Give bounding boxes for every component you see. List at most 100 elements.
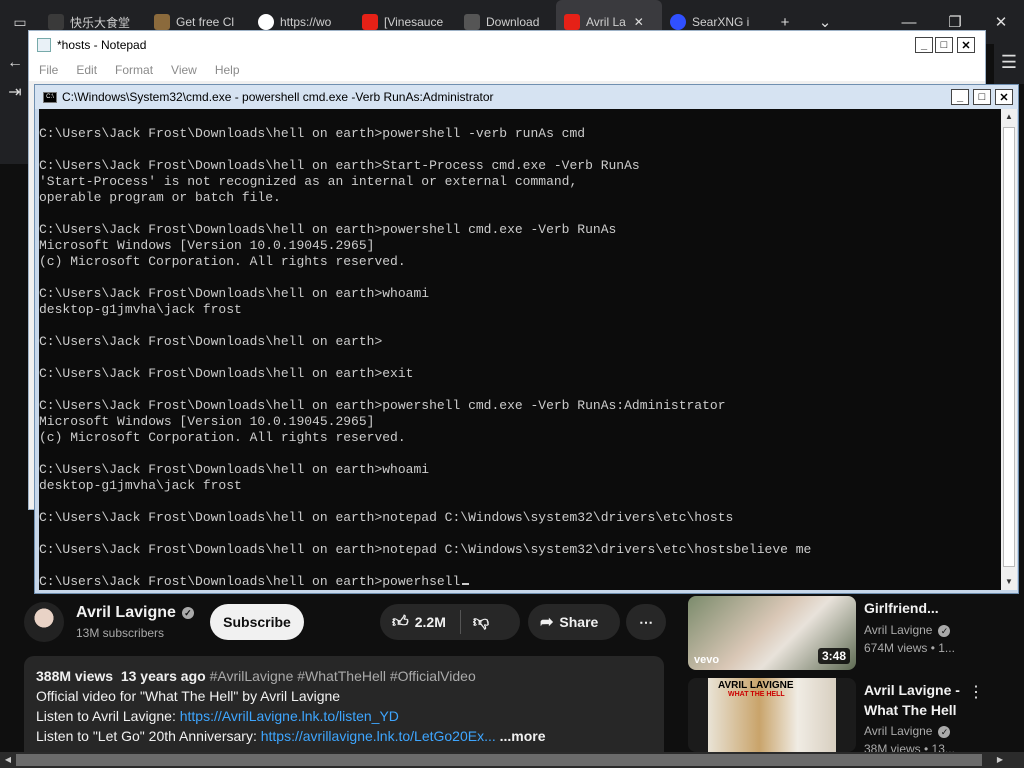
verified-icon: ✓	[181, 606, 194, 619]
youtube-page: Avril Lavigne ✓ 13M subscribers Subscribe…	[0, 596, 1024, 768]
thumbs-down-icon[interactable]: 👎︎	[473, 613, 489, 632]
console-line: C:\Users\Jack Frost\Downloads\hell on ea…	[39, 398, 726, 413]
rec-channel[interactable]: Avril Lavigne ✓	[864, 724, 951, 738]
menu-view[interactable]: View	[171, 63, 197, 77]
console-line: (c) Microsoft Corporation. All rights re…	[39, 430, 406, 445]
cmd-scrollbar[interactable]: ▲ ▼	[1001, 109, 1017, 590]
console-line: desktop-g1jmvha\jack frost	[39, 302, 242, 317]
desktop: ▭ 快乐大食堂 Get free Cl https://wo [Vinesauc…	[0, 0, 1024, 768]
subscribe-button[interactable]: Subscribe	[210, 604, 304, 640]
download-icon	[464, 14, 480, 30]
rec-channel[interactable]: Avril Lavigne ✓	[864, 623, 951, 637]
rec-thumbnail[interactable]: AVRIL LAVIGNE WHAT THE HELL	[688, 678, 856, 752]
view-meta: 388M views 13 years ago #AvrilLavigne #W…	[36, 668, 476, 684]
subscriber-count: 13M subscribers	[76, 626, 165, 640]
console-line: C:\Users\Jack Frost\Downloads\hell on ea…	[39, 222, 617, 237]
console-line: 'Start-Process' is not recognized as an …	[39, 174, 578, 189]
console-line: operable program or batch file.	[39, 190, 281, 205]
notepad-icon	[37, 38, 51, 52]
page-horizontal-scrollbar[interactable]: ◀ ▶	[0, 752, 1024, 768]
menu-help[interactable]: Help	[215, 63, 240, 77]
rec-title[interactable]: Avril Lavigne - What The Hell	[864, 680, 960, 720]
notepad-title: *hosts - Notepad	[57, 38, 147, 52]
notepad-title-bar[interactable]: *hosts - Notepad	[29, 31, 985, 59]
cmd-title: C:\Windows\System32\cmd.exe - powershell…	[62, 90, 494, 104]
console-line: C:\Users\Jack Frost\Downloads\hell on ea…	[39, 542, 812, 557]
back-arrow-icon[interactable]: ←	[0, 54, 30, 72]
cmd-maximize-button[interactable]: □	[973, 89, 991, 105]
scroll-down-icon[interactable]: ▼	[1001, 574, 1017, 590]
console-line: C:\Users\Jack Frost\Downloads\hell on ea…	[39, 574, 1001, 590]
console-line: C:\Users\Jack Frost\Downloads\hell on ea…	[39, 334, 383, 349]
vevo-badge: vevo	[694, 654, 720, 666]
letgo-link[interactable]: https://avrillavigne.lnk.to/LetGo20Ex...	[261, 728, 496, 744]
menu-format[interactable]: Format	[115, 63, 153, 77]
console-line: C:\Users\Jack Frost\Downloads\hell on ea…	[39, 158, 640, 173]
cmd-minimize-button[interactable]: _	[951, 89, 969, 105]
menu-file[interactable]: File	[39, 63, 58, 77]
cmd-window: C:\ C:\Windows\System32\cmd.exe - powers…	[34, 84, 1019, 594]
text-cursor	[462, 583, 470, 585]
cmd-console[interactable]: C:\Users\Jack Frost\Downloads\hell on ea…	[39, 109, 1001, 590]
verified-icon: ✓	[938, 624, 951, 637]
notepad-close-button[interactable]: ✕	[957, 37, 975, 53]
rec-menu-icon[interactable]: ⋮	[968, 682, 984, 702]
console-line: Microsoft Windows [Version 10.0.19045.29…	[39, 238, 375, 253]
browser-side-toolbar: ← ⇥	[0, 44, 30, 164]
rec-meta: 674M views • 1...	[864, 641, 955, 655]
cmd-icon: C:\	[43, 91, 57, 103]
console-line: C:\Users\Jack Frost\Downloads\hell on ea…	[39, 286, 430, 301]
more-actions-button[interactable]: ⋯	[626, 604, 666, 640]
scroll-up-icon[interactable]: ▲	[1001, 109, 1017, 125]
channel-name[interactable]: Avril Lavigne ✓	[76, 604, 194, 622]
channel-avatar[interactable]	[24, 602, 64, 642]
listen-link[interactable]: https://AvrilLavigne.lnk.to/listen_YD	[180, 708, 399, 724]
share-button[interactable]: ➦ Share	[528, 604, 620, 640]
console-line: C:\Users\Jack Frost\Downloads\hell on ea…	[39, 462, 430, 477]
tab-favicon-icon	[48, 14, 64, 30]
console-line: C:\Users\Jack Frost\Downloads\hell on ea…	[39, 510, 734, 525]
menu-icon[interactable]: ☰	[994, 44, 1024, 84]
youtube-icon	[564, 14, 580, 30]
like-count[interactable]: 2.2M	[415, 614, 446, 630]
console-line: desktop-g1jmvha\jack frost	[39, 478, 242, 493]
youtube-icon	[362, 14, 378, 30]
like-dislike-group: 👍︎ 2.2M 👎︎	[380, 604, 520, 640]
notepad-menu-bar: File Edit Format View Help	[29, 59, 985, 81]
sign-in-icon[interactable]: ⇥	[0, 82, 30, 102]
scroll-thumb[interactable]	[16, 754, 982, 766]
search-icon	[670, 14, 686, 30]
notepad-maximize-button[interactable]: □	[935, 37, 953, 53]
scroll-right-icon[interactable]: ▶	[992, 752, 1008, 768]
scroll-thumb[interactable]	[1003, 127, 1015, 567]
notepad-minimize-button[interactable]: _	[915, 37, 933, 53]
thumbs-up-icon[interactable]: 👍︎	[392, 613, 409, 632]
console-line: C:\Users\Jack Frost\Downloads\hell on ea…	[39, 126, 586, 141]
scroll-left-icon[interactable]: ◀	[0, 752, 16, 768]
verified-icon: ✓	[938, 725, 951, 738]
tab-close-icon[interactable]: ✕	[634, 15, 644, 29]
cmd-title-bar[interactable]: C:\ C:\Windows\System32\cmd.exe - powers…	[35, 85, 1018, 109]
rec-title[interactable]: Girlfriend...	[864, 598, 939, 618]
console-line: C:\Users\Jack Frost\Downloads\hell on ea…	[39, 366, 414, 381]
console-line: (c) Microsoft Corporation. All rights re…	[39, 254, 406, 269]
video-duration: 3:48	[817, 648, 850, 664]
show-more-button[interactable]: ...more	[500, 728, 546, 744]
cmd-close-button[interactable]: ✕	[995, 89, 1013, 105]
rec-thumbnail[interactable]: vevo 3:48	[688, 596, 856, 670]
share-icon: ➦	[540, 614, 554, 631]
tab-favicon-icon	[154, 14, 170, 30]
menu-edit[interactable]: Edit	[76, 63, 97, 77]
console-line: Microsoft Windows [Version 10.0.19045.29…	[39, 414, 375, 429]
